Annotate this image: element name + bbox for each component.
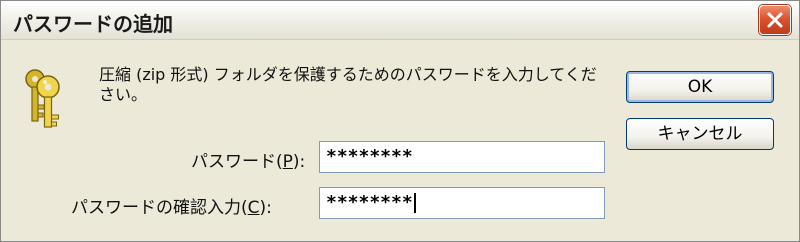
password-dialog: パスワードの追加 圧縮 (zip 形式) フォルダを保護するためのパスワードを入…: [0, 0, 800, 242]
password-value: ********: [326, 146, 413, 167]
dialog-message: 圧縮 (zip 形式) フォルダを保護するためのパスワードを入力してください。: [99, 65, 597, 104]
ok-button[interactable]: OK: [626, 71, 774, 103]
key-icon: [25, 69, 60, 128]
window-title: パスワードの追加: [13, 12, 173, 36]
confirm-mnemonic: C: [247, 198, 260, 218]
password-field[interactable]: ********: [319, 141, 605, 173]
confirm-password-field[interactable]: ********: [319, 187, 605, 219]
password-mnemonic: P: [282, 152, 293, 172]
confirm-password-label: パスワードの確認入力(C):: [71, 193, 272, 218]
cancel-button[interactable]: キャンセル: [626, 118, 774, 150]
password-label-text: パスワード(: [191, 152, 283, 172]
close-button[interactable]: [759, 5, 791, 35]
close-icon: [767, 12, 783, 28]
title-bar: パスワードの追加: [1, 1, 799, 40]
confirm-password-value: ********: [326, 192, 413, 213]
password-label: パスワード(P):: [191, 147, 305, 172]
confirm-label-text: パスワードの確認入力(: [71, 198, 248, 218]
confirm-label-suffix: ):: [259, 198, 272, 218]
password-label-suffix: ):: [292, 152, 306, 172]
text-caret: [413, 193, 416, 213]
